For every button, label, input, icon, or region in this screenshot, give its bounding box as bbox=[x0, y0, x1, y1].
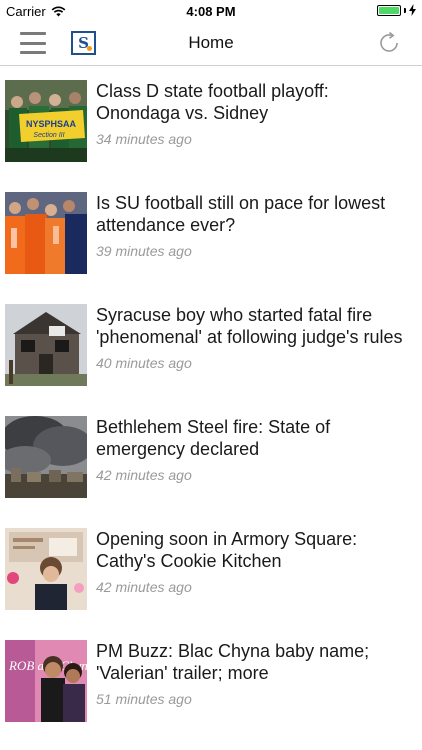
article-timestamp: 51 minutes ago bbox=[96, 691, 192, 707]
article-text[interactable]: Class D state football playoff: Onondaga… bbox=[96, 80, 408, 150]
football-team-photo: NYSPHSAA Section III bbox=[5, 80, 87, 162]
status-right bbox=[377, 4, 416, 16]
article-headline[interactable]: Class D state football playoff: Onondaga… bbox=[96, 81, 329, 123]
article-item[interactable]: NYSPHSAA Section III Class D state footb… bbox=[0, 66, 422, 178]
article-thumbnail[interactable]: ROB and Chyna bbox=[5, 640, 87, 722]
tv-show-photo: ROB and Chyna bbox=[5, 640, 87, 722]
refresh-icon[interactable] bbox=[376, 30, 402, 56]
page-title: Home bbox=[188, 33, 234, 52]
article-thumbnail[interactable] bbox=[5, 304, 87, 386]
article-timestamp: 40 minutes ago bbox=[96, 355, 192, 371]
article-text[interactable]: Is SU football still on pace for lowest … bbox=[96, 192, 408, 262]
battery-icon bbox=[377, 4, 401, 16]
article-thumbnail[interactable]: NYSPHSAA Section III bbox=[5, 80, 87, 162]
article-thumbnail[interactable] bbox=[5, 528, 87, 610]
article-thumbnail[interactable] bbox=[5, 416, 87, 498]
banner-subtext: Section III bbox=[33, 132, 64, 139]
article-item[interactable]: Syracuse boy who started fatal fire 'phe… bbox=[0, 290, 422, 402]
article-headline[interactable]: Bethlehem Steel fire: State of emergency… bbox=[96, 417, 330, 459]
article-feed: NYSPHSAA Section III Class D state footb… bbox=[0, 66, 422, 738]
article-text[interactable]: PM Buzz: Blac Chyna baby name; 'Valerian… bbox=[96, 640, 408, 710]
article-timestamp: 42 minutes ago bbox=[96, 579, 192, 595]
article-text[interactable]: Opening soon in Armory Square: Cathy's C… bbox=[96, 528, 408, 598]
status-bar: Carrier 4:08 PM bbox=[0, 0, 422, 22]
article-headline[interactable]: Opening soon in Armory Square: Cathy's C… bbox=[96, 529, 357, 571]
article-item[interactable]: Bethlehem Steel fire: State of emergency… bbox=[0, 402, 422, 514]
smoke-fire-photo bbox=[5, 416, 87, 498]
article-headline[interactable]: Syracuse boy who started fatal fire 'phe… bbox=[96, 305, 403, 347]
article-thumbnail[interactable] bbox=[5, 192, 87, 274]
article-timestamp: 34 minutes ago bbox=[96, 131, 192, 147]
nav-bar: S Home bbox=[0, 22, 422, 66]
article-item[interactable]: ROB and Chyna PM Buzz: Blac Chyna baby n… bbox=[0, 626, 422, 738]
burned-house-photo bbox=[5, 304, 87, 386]
cookie-shop-photo bbox=[5, 528, 87, 610]
article-item[interactable]: Opening soon in Armory Square: Cathy's C… bbox=[0, 514, 422, 626]
article-text[interactable]: Bethlehem Steel fire: State of emergency… bbox=[96, 416, 408, 486]
article-headline[interactable]: Is SU football still on pace for lowest … bbox=[96, 193, 385, 235]
charging-icon bbox=[409, 4, 416, 16]
article-headline[interactable]: PM Buzz: Blac Chyna baby name; 'Valerian… bbox=[96, 641, 369, 683]
article-timestamp: 39 minutes ago bbox=[96, 243, 192, 259]
battery-fill bbox=[379, 6, 399, 14]
battery-cap bbox=[404, 7, 406, 13]
status-time: 4:08 PM bbox=[186, 4, 236, 19]
article-item[interactable]: Is SU football still on pace for lowest … bbox=[0, 178, 422, 290]
article-timestamp: 42 minutes ago bbox=[96, 467, 192, 483]
article-text[interactable]: Syracuse boy who started fatal fire 'phe… bbox=[96, 304, 408, 374]
banner-text: NYSPHSAA bbox=[26, 119, 77, 129]
crowd-photo bbox=[5, 192, 87, 274]
